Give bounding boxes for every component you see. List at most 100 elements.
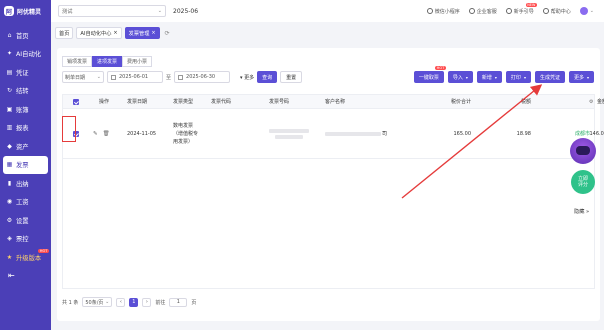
- app-logo[interactable]: 阿 阿优精灵: [0, 0, 51, 22]
- top-link-label: 新手引导: [513, 8, 534, 15]
- sidebar-item[interactable]: ▮ 出纳: [0, 174, 51, 193]
- sidebar-item[interactable]: ▣ 账簿: [0, 100, 51, 119]
- amount-total: 165.00: [453, 130, 472, 137]
- start-date-input[interactable]: 2025-06-01: [107, 71, 163, 83]
- highlight-box: [62, 116, 76, 142]
- sidebar-item[interactable]: ▦ 发票: [3, 155, 48, 174]
- start-date-value: 2025-06-01: [119, 74, 149, 80]
- sidebar-item[interactable]: ↻ 结转: [0, 82, 51, 101]
- redacted-block: [325, 131, 381, 136]
- action-toolbar: 一键取票 HOT 导入 ▾ 新增 ▾ 打印 ▾ 生成凭证 更多 ▾: [413, 66, 594, 83]
- sidebar: 阿 阿优精灵 ⌂ 首页 ✦ AI自动化 ▤ 凭证 ↻ 结转 ▣ 账簿 ▥ 报表 ◆ 资产 ▦ 发票 ▮ 出纳 ◉ 工资…: [0, 0, 51, 330]
- upgrade-icon: ★: [6, 253, 13, 261]
- rate-now-label: 立即 评分: [578, 176, 588, 188]
- table-row[interactable]: ✎ 🗑 2024-11-05 数电发票 （增值税专 用发票）司 165.00 18.98 146…: [63, 109, 604, 159]
- sidebar-item[interactable]: ★ 升级版本 HOT: [0, 248, 51, 267]
- end-date-value: 2025-06-30: [186, 74, 216, 80]
- top-link[interactable]: 微信小程序: [426, 8, 460, 15]
- invoice-type-line: （增值税专: [173, 130, 199, 137]
- column-header: 税额: [520, 99, 531, 105]
- reset-button[interactable]: 重置: [280, 71, 303, 83]
- column-header: 金额: [596, 99, 604, 105]
- top-link[interactable]: 新手引导 NEW: [505, 2, 537, 15]
- end-date-input[interactable]: 2025-06-30: [174, 71, 231, 83]
- action-button[interactable]: 导入 ▾: [447, 71, 473, 83]
- sidebar-item[interactable]: ⚙ 设置: [0, 211, 51, 230]
- page-number-button[interactable]: 1: [129, 297, 139, 307]
- company-select[interactable]: 测试 ⌄: [58, 5, 166, 17]
- user-menu[interactable]: ⌄: [579, 7, 594, 15]
- action-button[interactable]: 新增 ▾: [476, 71, 502, 83]
- top-link[interactable]: 帮助中心: [542, 8, 571, 15]
- action-button[interactable]: 打印 ▾: [505, 71, 531, 83]
- close-icon[interactable]: ×: [113, 30, 117, 36]
- sidebar-item[interactable]: ▤ 凭证: [0, 63, 51, 82]
- top-link-label: 企业客服: [476, 8, 497, 15]
- page-tab-label: AI自动化中心: [80, 30, 112, 37]
- customer-name-suffix: 司: [382, 131, 388, 137]
- invoice-type-line: 用发票）: [173, 138, 194, 145]
- column-header: 税价合计: [450, 99, 471, 105]
- hide-floating-button[interactable]: 隐藏 »: [574, 208, 589, 215]
- rate-now-button[interactable]: 立即 评分: [571, 170, 595, 194]
- action-button-label: 更多: [573, 74, 584, 81]
- page-tab[interactable]: 首页: [55, 27, 74, 39]
- customer-name: 司: [325, 109, 387, 158]
- page-tab[interactable]: AI自动化中心 ×: [76, 27, 122, 39]
- hide-label: 隐藏: [574, 209, 585, 215]
- invoice-subtab[interactable]: 进项发票: [92, 56, 123, 67]
- close-icon[interactable]: ×: [151, 30, 155, 36]
- column-header: 发票号码: [269, 99, 290, 105]
- salary-icon: ◉: [6, 198, 13, 206]
- next-page-button[interactable]: ›: [142, 297, 152, 307]
- app-name: 阿优精灵: [17, 8, 42, 16]
- redacted-block: [275, 134, 303, 139]
- sidebar-item-label: 升级版本: [16, 254, 42, 262]
- sidebar-item[interactable]: ◉ 工资: [0, 193, 51, 212]
- search-button[interactable]: 查询: [257, 71, 278, 83]
- sidebar-item-label: 账簿: [16, 106, 29, 114]
- select-all-checkbox[interactable]: [73, 98, 79, 105]
- hot-badge: HOT: [38, 249, 49, 253]
- column-settings-icon[interactable]: ⚙: [589, 95, 593, 108]
- collapse-sidebar-icon[interactable]: ⇤: [8, 271, 15, 280]
- page-tabs: 首页 AI自动化中心 × 发票管理 × ⟳: [51, 22, 604, 44]
- sidebar-item[interactable]: ◈ 票控: [0, 230, 51, 249]
- refresh-icon[interactable]: ⟳: [165, 30, 170, 37]
- action-button[interactable]: 一键取票 HOT: [413, 66, 446, 83]
- redacted-block: [269, 128, 309, 133]
- invoice-table: 操作发票日期发票类型发票代码发票号码客户名称税价合计税额金额⚙ ✎🗑2024-1…: [62, 94, 604, 289]
- invoice-subtab[interactable]: 销项发票: [62, 56, 93, 67]
- sidebar-item-label: 凭证: [16, 69, 29, 77]
- action-button[interactable]: 生成凭证: [534, 71, 565, 83]
- sidebar-item[interactable]: ◆ 资产: [0, 137, 51, 156]
- date-type-select[interactable]: 制单日期 ⌄: [62, 71, 104, 83]
- column-header: 发票类型: [173, 99, 194, 105]
- top-links: 微信小程序 企业客服 新手引导 NEW 帮助中心 ⌄: [426, 2, 594, 15]
- edit-icon[interactable]: ✎: [93, 131, 98, 137]
- delete-icon[interactable]: 🗑: [103, 131, 110, 137]
- page-tab-label: 首页: [59, 30, 70, 37]
- goto-label: 前往: [155, 299, 166, 306]
- column-header: 操作: [99, 99, 110, 105]
- goto-page-input[interactable]: 1: [169, 297, 188, 307]
- invoice-subtab[interactable]: 费用小票: [122, 56, 153, 67]
- ai-icon: ✦: [6, 50, 13, 58]
- sidebar-item[interactable]: ✦ AI自动化: [0, 45, 51, 64]
- date-range-separator: 至: [166, 74, 172, 81]
- accounting-period[interactable]: 2025-06: [173, 8, 198, 15]
- sidebar-item[interactable]: ▥ 报表: [0, 119, 51, 138]
- page-size-select[interactable]: 50条/页 ⌄: [82, 297, 113, 307]
- ledger-icon: ▣: [6, 105, 13, 113]
- chevron-down-icon: ▾: [465, 74, 468, 80]
- sidebar-item[interactable]: ⌂ 首页: [0, 26, 51, 45]
- action-button[interactable]: 更多 ▾: [568, 71, 594, 83]
- page-tab[interactable]: 发票管理 ×: [124, 27, 160, 39]
- top-link[interactable]: 企业客服: [468, 8, 497, 15]
- chevron-down-icon: ⌄: [105, 299, 110, 305]
- more-filters-toggle[interactable]: ▾ 更多: [240, 74, 254, 81]
- assistant-robot-icon[interactable]: [570, 138, 596, 164]
- total-count: 共 1 条: [62, 299, 79, 306]
- pagination: 共 1 条 50条/页 ⌄ ‹ 1 › 前往 1 页: [62, 297, 196, 307]
- prev-page-button[interactable]: ‹: [116, 297, 126, 307]
